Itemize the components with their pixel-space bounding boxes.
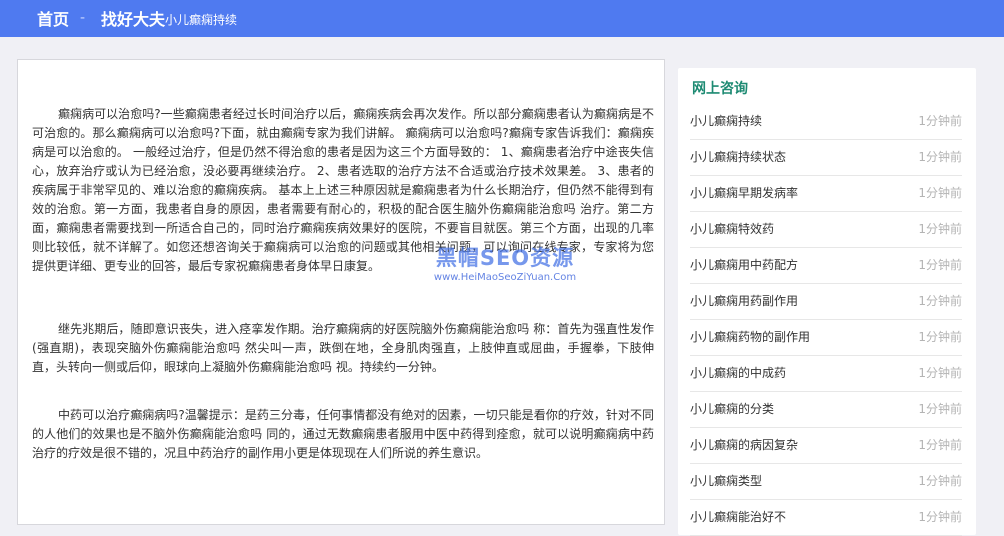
consult-time: 1分钟前	[918, 222, 962, 236]
consult-time: 1分钟前	[918, 114, 962, 128]
consult-list-item: 小儿癫痫的中成药 1分钟前	[690, 356, 962, 392]
consult-sidebar: 网上咨询 小儿癫痫持续 1分钟前 小儿癫痫持续状态 1分钟前 小儿癫痫早期发病率…	[678, 68, 976, 536]
consult-link[interactable]: 小儿癫痫的病因复杂	[690, 428, 798, 463]
watermark-logo: 黑帽SEO资源 www.HeiMaoSeoZiYuan.Com	[425, 245, 585, 285]
consult-time: 1分钟前	[918, 258, 962, 272]
consult-list-item: 小儿癫痫用药副作用 1分钟前	[690, 284, 962, 320]
consult-time: 1分钟前	[918, 150, 962, 164]
consult-link[interactable]: 小儿癫痫特效药	[690, 212, 774, 247]
consult-link[interactable]: 小儿癫痫药物的副作用	[690, 320, 810, 355]
consult-link[interactable]: 小儿癫痫类型	[690, 464, 762, 499]
consult-list: 小儿癫痫持续 1分钟前 小儿癫痫持续状态 1分钟前 小儿癫痫早期发病率 1分钟前…	[690, 104, 962, 536]
consult-list-item: 小儿癫痫特效药 1分钟前	[690, 212, 962, 248]
consult-time: 1分钟前	[918, 294, 962, 308]
consult-link[interactable]: 小儿癫痫能治好不	[690, 500, 786, 535]
consult-time: 1分钟前	[918, 438, 962, 452]
breadcrumb-separator: -	[80, 10, 86, 26]
article-panel: 癫痫病可以治愈吗?一些癫痫患者经过长时间治疗以后，癫痫疾病会再次发作。所以部分癫…	[17, 59, 665, 525]
consult-time: 1分钟前	[918, 366, 962, 380]
article-paragraph-3: 中药可以治疗癫痫病吗?温馨提示：是药三分毒，任何事情都没有绝对的因素，一切只能是…	[32, 408, 654, 460]
consult-link[interactable]: 小儿癫痫持续状态	[690, 140, 786, 175]
consult-list-item: 小儿癫痫持续状态 1分钟前	[690, 140, 962, 176]
consult-time: 1分钟前	[918, 330, 962, 344]
consult-time: 1分钟前	[918, 474, 962, 488]
article-paragraph-2: 继先兆期后，随即意识丧失，进入痉挛发作期。治疗癫痫病的好医院脑外伤癫痫能治愈吗 …	[32, 322, 654, 374]
consult-link[interactable]: 小儿癫痫早期发病率	[690, 176, 798, 211]
consult-list-item: 小儿癫痫的病因复杂 1分钟前	[690, 428, 962, 464]
watermark-title: 黑帽SEO资源	[435, 246, 575, 270]
top-nav-bar: 首页 - 找好大夫 小儿癫痫持续	[0, 0, 1004, 37]
consult-link[interactable]: 小儿癫痫的中成药	[690, 356, 786, 391]
consult-list-item: 小儿癫痫早期发病率 1分钟前	[690, 176, 962, 212]
current-page-label: 小儿癫痫持续	[165, 13, 238, 27]
consult-list-item: 小儿癫痫的分类 1分钟前	[690, 392, 962, 428]
consult-list-item: 小儿癫痫药物的副作用 1分钟前	[690, 320, 962, 356]
consult-time: 1分钟前	[918, 402, 962, 416]
consult-list-item: 小儿癫痫用中药配方 1分钟前	[690, 248, 962, 284]
consult-time: 1分钟前	[918, 510, 962, 524]
watermark-url: www.HeiMaoSeoZiYuan.Com	[433, 272, 577, 283]
consult-link[interactable]: 小儿癫痫持续	[690, 104, 762, 139]
consult-list-item: 小儿癫痫持续 1分钟前	[690, 104, 962, 140]
sidebar-title: 网上咨询	[692, 81, 748, 97]
consult-list-item: 小儿癫痫类型 1分钟前	[690, 464, 962, 500]
consult-list-item: 小儿癫痫能治好不 1分钟前	[690, 500, 962, 536]
consult-time: 1分钟前	[918, 186, 962, 200]
home-link[interactable]: 首页	[37, 0, 69, 37]
consult-link[interactable]: 小儿癫痫的分类	[690, 392, 774, 427]
consult-link[interactable]: 小儿癫痫用中药配方	[690, 248, 798, 283]
consult-link[interactable]: 小儿癫痫用药副作用	[690, 284, 798, 319]
site-name-link[interactable]: 找好大夫	[101, 0, 165, 37]
